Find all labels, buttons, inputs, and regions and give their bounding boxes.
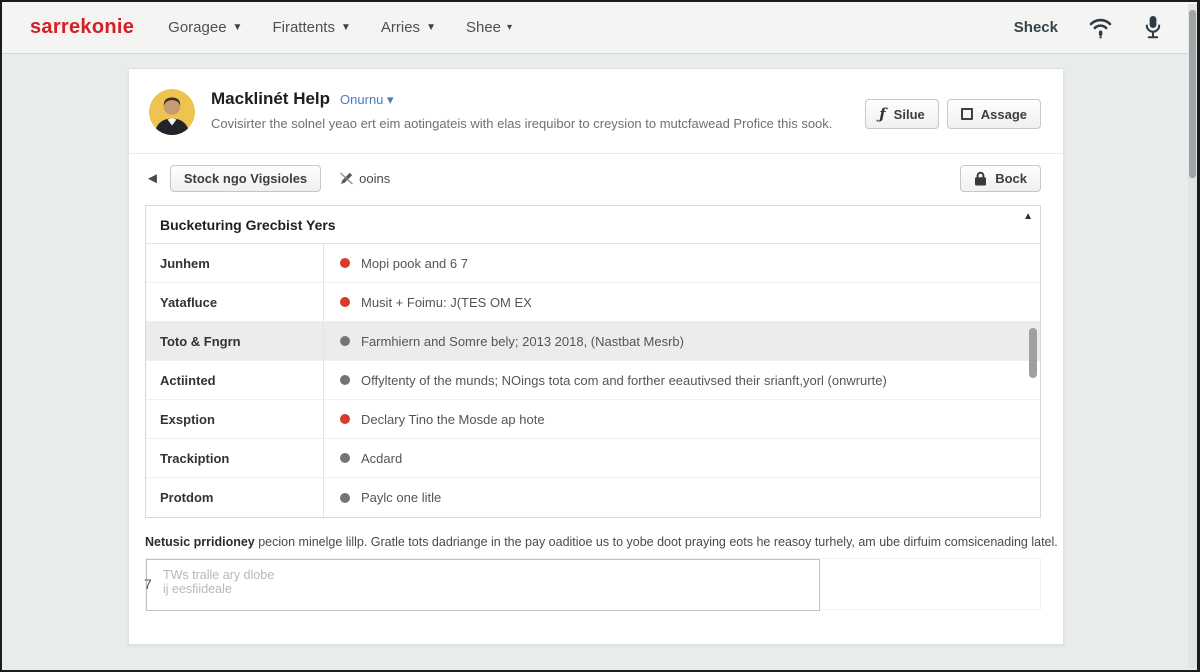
- table-row[interactable]: Protdom Paylc one litle: [146, 478, 1040, 517]
- stock-visibles-label: Stock ngo Vigsioles: [184, 171, 307, 186]
- chevron-down-icon: ▾: [507, 22, 512, 33]
- screen-edge: [0, 0, 1200, 2]
- table-row[interactable]: Yatafluce Musit + Foimu: J(TES OM EX: [146, 283, 1040, 322]
- status-dot-icon: [340, 258, 350, 268]
- table-row[interactable]: Actiinted Offyltenty of the munds; NOing…: [146, 361, 1040, 400]
- profile-card: Macklinét Help Onurnu ▾ Covisirter the s…: [128, 68, 1064, 645]
- page-scrollbar[interactable]: [1188, 4, 1197, 668]
- nav-item-shee[interactable]: Shee ▾: [466, 19, 512, 36]
- share-button-label: Silue: [894, 107, 925, 122]
- wifi-icon[interactable]: [1088, 16, 1113, 39]
- footer-note-text: pecion minelge lillp. Gratle tots dadria…: [255, 535, 1058, 549]
- brand-logo[interactable]: sarrekonie: [30, 16, 134, 39]
- stock-visibles-button[interactable]: Stock ngo Vigsioles: [170, 165, 321, 192]
- nav-item-label: Arries: [381, 19, 420, 36]
- page-title: Macklinét Help: [211, 89, 330, 109]
- comment-composer: 7: [145, 558, 1041, 610]
- table-scrollbar-thumb[interactable]: [1029, 328, 1037, 378]
- nav-right-label[interactable]: Sheck: [1014, 19, 1058, 36]
- row-value: Acdard: [324, 439, 1040, 477]
- share-button[interactable]: ƒ Silue: [865, 99, 939, 129]
- lock-button[interactable]: Bock: [960, 165, 1041, 192]
- row-label: Actiinted: [146, 361, 324, 399]
- table-row[interactable]: Toto & Fngrn Farmhiern and Somre bely; 2…: [146, 322, 1040, 361]
- sort-up-icon[interactable]: ▲: [1023, 211, 1033, 222]
- row-label: Trackiption: [146, 439, 324, 477]
- row-value-text: Farmhiern and Somre bely; 2013 2018, (Na…: [361, 334, 684, 349]
- nav-item-label: Firattents: [272, 19, 335, 36]
- row-value: Farmhiern and Somre bely; 2013 2018, (Na…: [324, 322, 1040, 360]
- comment-input[interactable]: [146, 559, 820, 611]
- table-row[interactable]: Junhem Mopi pook and 6 7: [146, 244, 1040, 283]
- table-row[interactable]: Trackiption Acdard: [146, 439, 1040, 478]
- table-row[interactable]: Exsption Declary Tino the Mosde ap hote: [146, 400, 1040, 439]
- message-button[interactable]: Assage: [947, 99, 1041, 129]
- edit-link[interactable]: ooins: [339, 171, 390, 186]
- footer-note: Netusic prridioney pecion minelge lillp.…: [145, 535, 1041, 549]
- row-value-text: Declary Tino the Mosde ap hote: [361, 412, 545, 427]
- facebook-f-icon: ƒ: [879, 105, 885, 123]
- row-value-text: Musit + Foimu: J(TES OM EX: [361, 295, 532, 310]
- status-dot-icon: [340, 375, 350, 385]
- nav-item-label: Goragee: [168, 19, 226, 36]
- row-value: Musit + Foimu: J(TES OM EX: [324, 283, 1040, 321]
- pencil-icon: [339, 171, 354, 186]
- message-button-label: Assage: [981, 107, 1027, 122]
- table-body: Junhem Mopi pook and 6 7 Yatafluce Musit…: [146, 244, 1040, 517]
- row-value: Offyltenty of the munds; NOings tota com…: [324, 361, 1040, 399]
- chevron-down-icon: ▼: [341, 22, 351, 33]
- row-value: Paylc one litle: [324, 478, 1040, 517]
- chevron-down-icon: ▼: [233, 22, 243, 33]
- back-arrow-icon[interactable]: ◄: [145, 171, 160, 186]
- lock-button-label: Bock: [995, 171, 1027, 186]
- row-label: Toto & Fngrn: [146, 322, 324, 360]
- table-title: Bucketuring Grecbist Yers ▲: [146, 206, 1040, 244]
- lock-icon: [974, 171, 987, 186]
- nav-item-arries[interactable]: Arries ▼: [381, 19, 436, 36]
- row-value-text: Mopi pook and 6 7: [361, 256, 468, 271]
- row-value-text: Paylc one litle: [361, 490, 441, 505]
- row-label: Yatafluce: [146, 283, 324, 321]
- profile-action-buttons: ƒ Silue Assage: [865, 99, 1041, 129]
- status-dot-icon: [340, 297, 350, 307]
- edit-link-label: ooins: [359, 171, 390, 186]
- nav-menu: Goragee ▼ Firattents ▼ Arries ▼ Shee ▾: [168, 19, 512, 36]
- row-value-text: Acdard: [361, 451, 402, 466]
- profile-header: Macklinét Help Onurnu ▾ Covisirter the s…: [129, 69, 1063, 135]
- toolbar: ◄ Stock ngo Vigsioles ooins Bock: [129, 153, 1063, 201]
- status-dropdown-link[interactable]: Onurnu ▾: [340, 92, 394, 108]
- profile-header-text: Macklinét Help Onurnu ▾ Covisirter the s…: [211, 89, 845, 131]
- profile-subtitle: Covisirter the solnel yeao ert eim aotin…: [211, 116, 845, 131]
- nav-item-firattents[interactable]: Firattents ▼: [272, 19, 350, 36]
- row-value: Mopi pook and 6 7: [324, 244, 1040, 282]
- status-dot-icon: [340, 414, 350, 424]
- status-dot-icon: [340, 336, 350, 346]
- chevron-down-icon: ▼: [426, 22, 436, 33]
- nav-item-label: Shee: [466, 19, 501, 36]
- avatar[interactable]: [149, 89, 195, 135]
- row-label: Exsption: [146, 400, 324, 438]
- microphone-icon[interactable]: [1143, 15, 1163, 41]
- navbar-right: Sheck: [1014, 15, 1163, 41]
- row-value-text: Offyltenty of the munds; NOings tota com…: [361, 373, 887, 388]
- nav-item-goragee[interactable]: Goragee ▼: [168, 19, 242, 36]
- composer-marker: 7: [144, 576, 152, 592]
- top-navbar: sarrekonie Goragee ▼ Firattents ▼ Arries…: [2, 2, 1197, 54]
- footer-note-bold: Netusic prridioney: [145, 535, 255, 549]
- row-value: Declary Tino the Mosde ap hote: [324, 400, 1040, 438]
- screen-edge: [0, 0, 2, 672]
- square-icon: [961, 108, 973, 120]
- details-table: Bucketuring Grecbist Yers ▲ Junhem Mopi …: [145, 205, 1041, 518]
- status-dot-icon: [340, 493, 350, 503]
- row-label: Protdom: [146, 478, 324, 517]
- table-title-text: Bucketuring Grecbist Yers: [160, 217, 336, 233]
- page-scrollbar-thumb[interactable]: [1189, 10, 1196, 178]
- status-dot-icon: [340, 453, 350, 463]
- row-label: Junhem: [146, 244, 324, 282]
